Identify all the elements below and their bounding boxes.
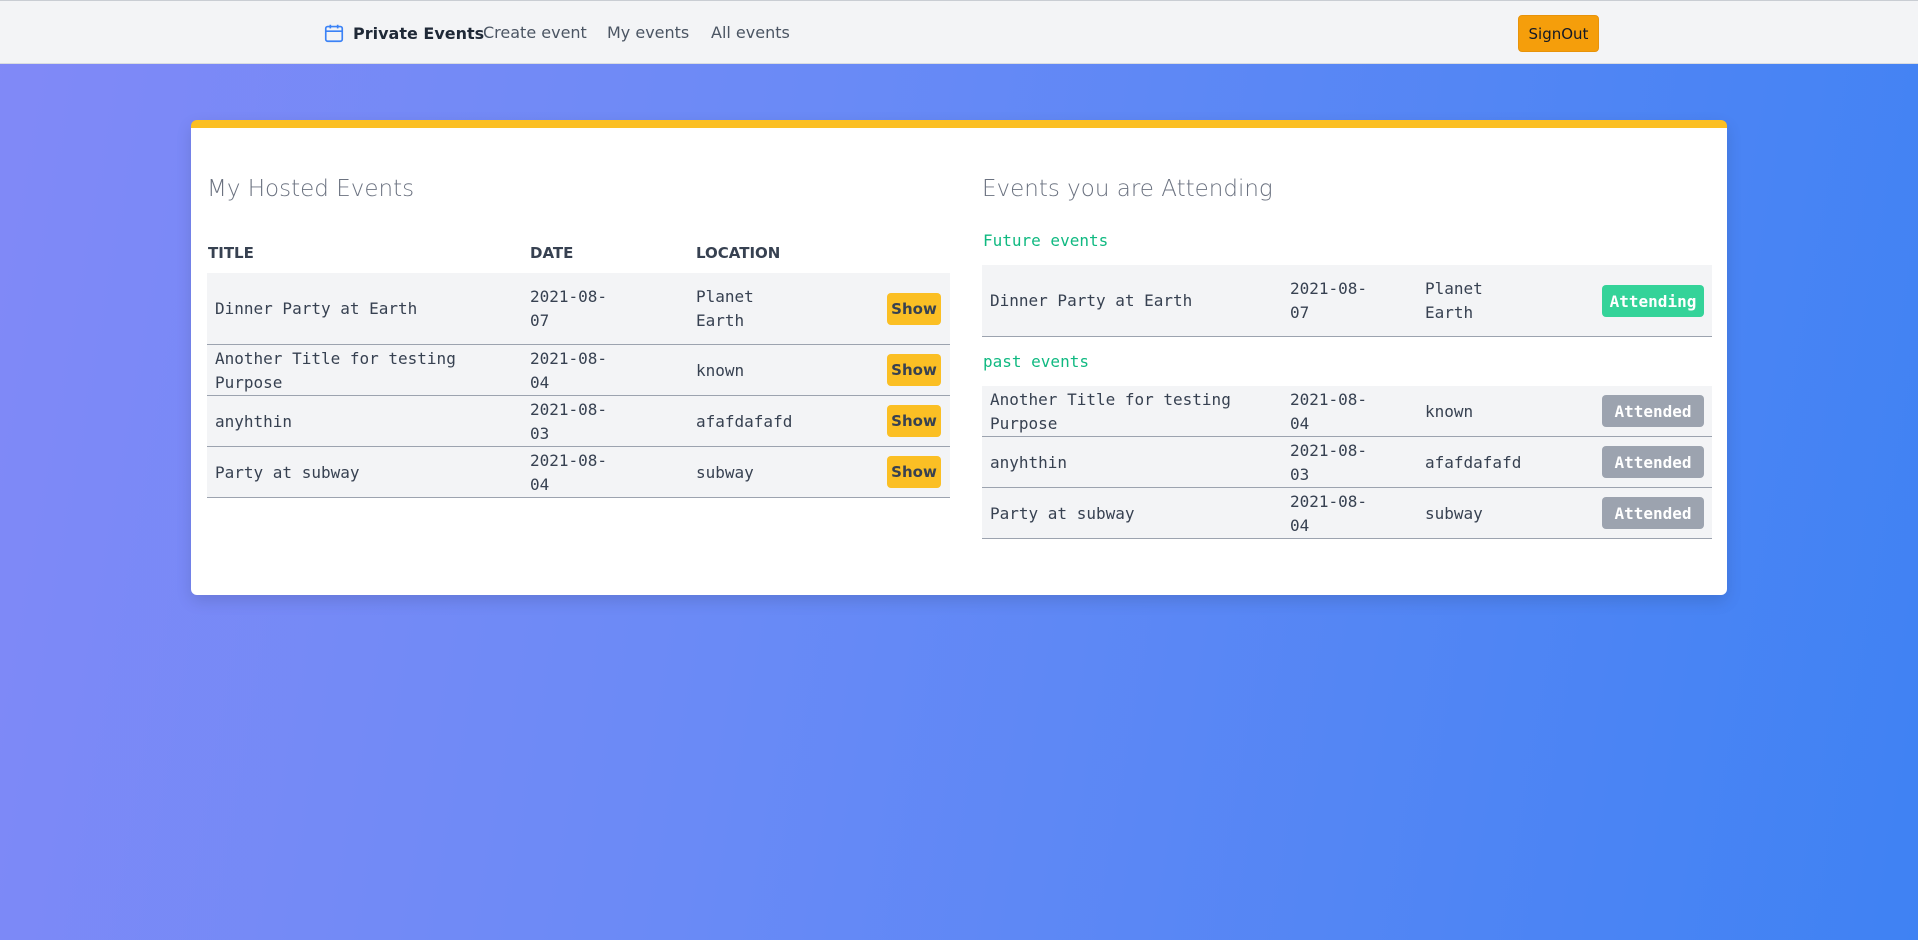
brand-link[interactable]: Private Events	[323, 22, 484, 44]
event-title: anyhthin	[990, 453, 1068, 472]
attending-section-title: Events you are Attending	[982, 176, 1273, 202]
event-title: Dinner Party at Earth	[990, 291, 1193, 310]
event-title: Party at subway	[990, 504, 1135, 523]
col-header-location: LOCATION	[696, 244, 781, 262]
signout-button[interactable]: SignOut	[1518, 15, 1599, 52]
event-date: 2021-08-04	[530, 451, 608, 494]
event-title: Another Title for testing Purpose	[990, 390, 1231, 433]
attended-badge: Attended	[1602, 395, 1704, 427]
event-date: 2021-08-03	[1290, 441, 1368, 484]
event-location: subway	[696, 463, 754, 482]
attended-badge: Attended	[1602, 446, 1704, 478]
event-location: afafdafafd	[696, 412, 793, 431]
event-location: known	[696, 361, 745, 380]
col-header-date: DATE	[530, 244, 574, 262]
attending-badge: Attending	[1602, 285, 1704, 317]
event-location: afafdafafd	[1425, 453, 1522, 472]
show-button[interactable]: Show	[887, 293, 941, 325]
show-button[interactable]: Show	[887, 456, 941, 488]
event-location: subway	[1425, 504, 1483, 523]
event-location: Planet Earth	[1425, 279, 1483, 322]
event-location: known	[1425, 402, 1474, 421]
event-date: 2021-08-07	[1290, 279, 1368, 322]
hosted-section-title: My Hosted Events	[207, 176, 415, 202]
nav-all-events[interactable]: All events	[711, 23, 790, 42]
col-header-title: TITLE	[208, 244, 254, 262]
attended-badge: Attended	[1602, 497, 1704, 529]
event-date: 2021-08-04	[530, 349, 608, 392]
event-title: anyhthin	[215, 412, 293, 431]
event-title: Party at subway	[215, 463, 360, 482]
attending-row: Party at subway 2021-08-04 subway Attend…	[982, 488, 1712, 539]
hosted-row: anyhthin 2021-08-03 afafdafafd Show	[207, 396, 950, 447]
attending-row: Another Title for testing Purpose 2021-0…	[982, 386, 1712, 437]
event-title: Dinner Party at Earth	[215, 299, 418, 318]
event-date: 2021-08-07	[530, 287, 608, 330]
show-button[interactable]: Show	[887, 405, 941, 437]
past-events-label: past events	[983, 352, 1089, 371]
event-title: Another Title for testing Purpose	[215, 349, 456, 392]
hosted-row: Party at subway 2021-08-04 subway Show	[207, 447, 950, 498]
calendar-icon	[323, 22, 345, 44]
hosted-row: Dinner Party at Earth 2021-08-07 Planet …	[207, 273, 950, 345]
brand-label: Private Events	[353, 23, 485, 43]
attending-row: Dinner Party at Earth 2021-08-07 Planet …	[982, 265, 1712, 337]
event-location: Planet Earth	[696, 287, 754, 330]
nav-my-events[interactable]: My events	[607, 23, 689, 42]
show-button[interactable]: Show	[887, 354, 941, 386]
events-card: My Hosted Events TITLE DATE LOCATION Din…	[191, 120, 1727, 595]
attending-row: anyhthin 2021-08-03 afafdafafd Attended	[982, 437, 1712, 488]
event-date: 2021-08-04	[1290, 492, 1368, 535]
event-date: 2021-08-04	[1290, 390, 1368, 433]
top-navbar: Private Events Create event My events Al…	[0, 0, 1918, 64]
hosted-row: Another Title for testing Purpose 2021-0…	[207, 345, 950, 396]
future-events-label: Future events	[983, 231, 1109, 250]
event-date: 2021-08-03	[530, 400, 608, 443]
nav-create-event[interactable]: Create event	[483, 23, 587, 42]
